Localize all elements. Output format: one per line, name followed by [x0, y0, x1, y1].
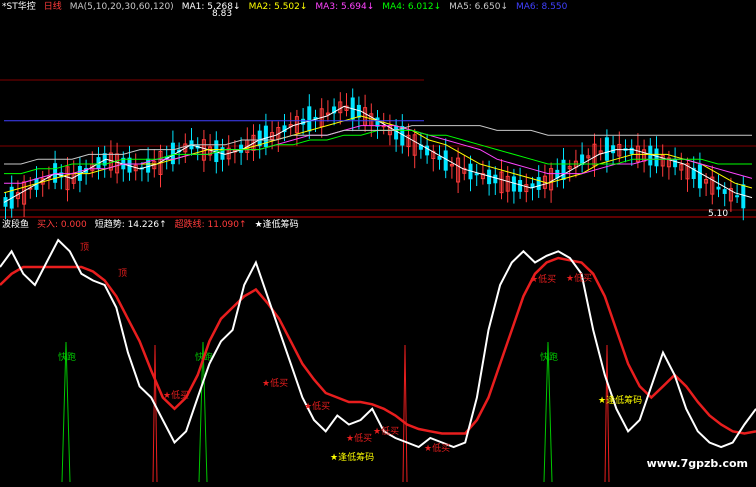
top-legend: *ST华控 日线 MA(5,10,20,30,60,120) MA1: 5.268↓ M…	[2, 0, 568, 12]
buy-label: ★低买	[566, 272, 592, 284]
low-price-label: 5.10	[708, 209, 728, 219]
buy-label: ★低买	[346, 432, 372, 444]
signal-label: 快跑	[540, 351, 558, 363]
candle-body	[239, 144, 244, 153]
candle-body	[611, 145, 616, 154]
candle-body	[648, 145, 653, 166]
high-price-label: 8.83	[212, 9, 232, 19]
legend-item: MA6: 8.550	[516, 2, 568, 12]
chart-canvas: *ST华控 日线 MA(5,10,20,30,60,120) MA1: 5.268↓ M…	[0, 0, 756, 487]
candle-body	[400, 125, 405, 146]
buy-label: ★低买	[304, 400, 330, 412]
candle-body	[604, 137, 609, 161]
candle-body	[741, 184, 746, 209]
candle-body	[722, 189, 727, 194]
candle-body	[394, 125, 399, 140]
candle-body	[375, 117, 380, 127]
candle-body	[697, 164, 702, 189]
legend-item: 超跌线: 11.090↑	[175, 218, 247, 230]
candle-body	[170, 142, 175, 165]
bottom-legend: 波段鱼 买入: 0.000 短趋势: 14.226↑ 超跌线: 11.090↑ ★逢低筹…	[2, 218, 299, 230]
signal-label: 快跑	[58, 351, 76, 363]
buy-label: ★低买	[163, 389, 189, 401]
top-label: 顶	[118, 268, 127, 279]
candle-body	[257, 130, 262, 147]
legend-item: MA3: 5.694↓	[315, 2, 374, 12]
candle-body	[443, 150, 448, 171]
buy-label: ★低买	[424, 442, 450, 454]
candle-body	[307, 106, 312, 132]
legend-item: MA2: 5.502↓	[249, 2, 308, 12]
legend-item: 短趋势: 14.226↑	[95, 218, 167, 230]
candle-body	[536, 177, 541, 190]
legend-item: 波段鱼	[2, 218, 29, 230]
legend-item: ★逢低筹码	[255, 218, 299, 230]
legend-item: *ST华控	[2, 0, 36, 12]
candle-body	[629, 147, 634, 155]
legend-item: 买入: 0.000	[37, 219, 87, 230]
legend-item: MA5: 6.650↓	[449, 2, 508, 12]
legend-item: MA(5,10,20,30,60,120)	[70, 2, 174, 12]
watermark: www.7gpzb.com	[647, 457, 748, 470]
candle-body	[518, 180, 523, 192]
candle-body	[493, 174, 498, 184]
legend-item: 日线	[44, 0, 62, 12]
candle-body	[654, 148, 659, 167]
candle-body	[53, 163, 58, 183]
star-label: ★逢低筹码	[598, 394, 642, 406]
candle-body	[716, 186, 721, 190]
legend-item: MA4: 6.012↓	[382, 2, 441, 12]
candle-body	[474, 173, 479, 176]
buy-label: ★低买	[373, 425, 399, 437]
candle-body	[735, 195, 740, 198]
candle-body	[437, 156, 442, 160]
buy-label: ★低买	[262, 377, 288, 389]
candle-body	[561, 159, 566, 180]
buy-label: ★低买	[530, 273, 556, 285]
star-label: ★逢低筹码	[330, 451, 374, 463]
top-label: 顶	[80, 242, 89, 253]
